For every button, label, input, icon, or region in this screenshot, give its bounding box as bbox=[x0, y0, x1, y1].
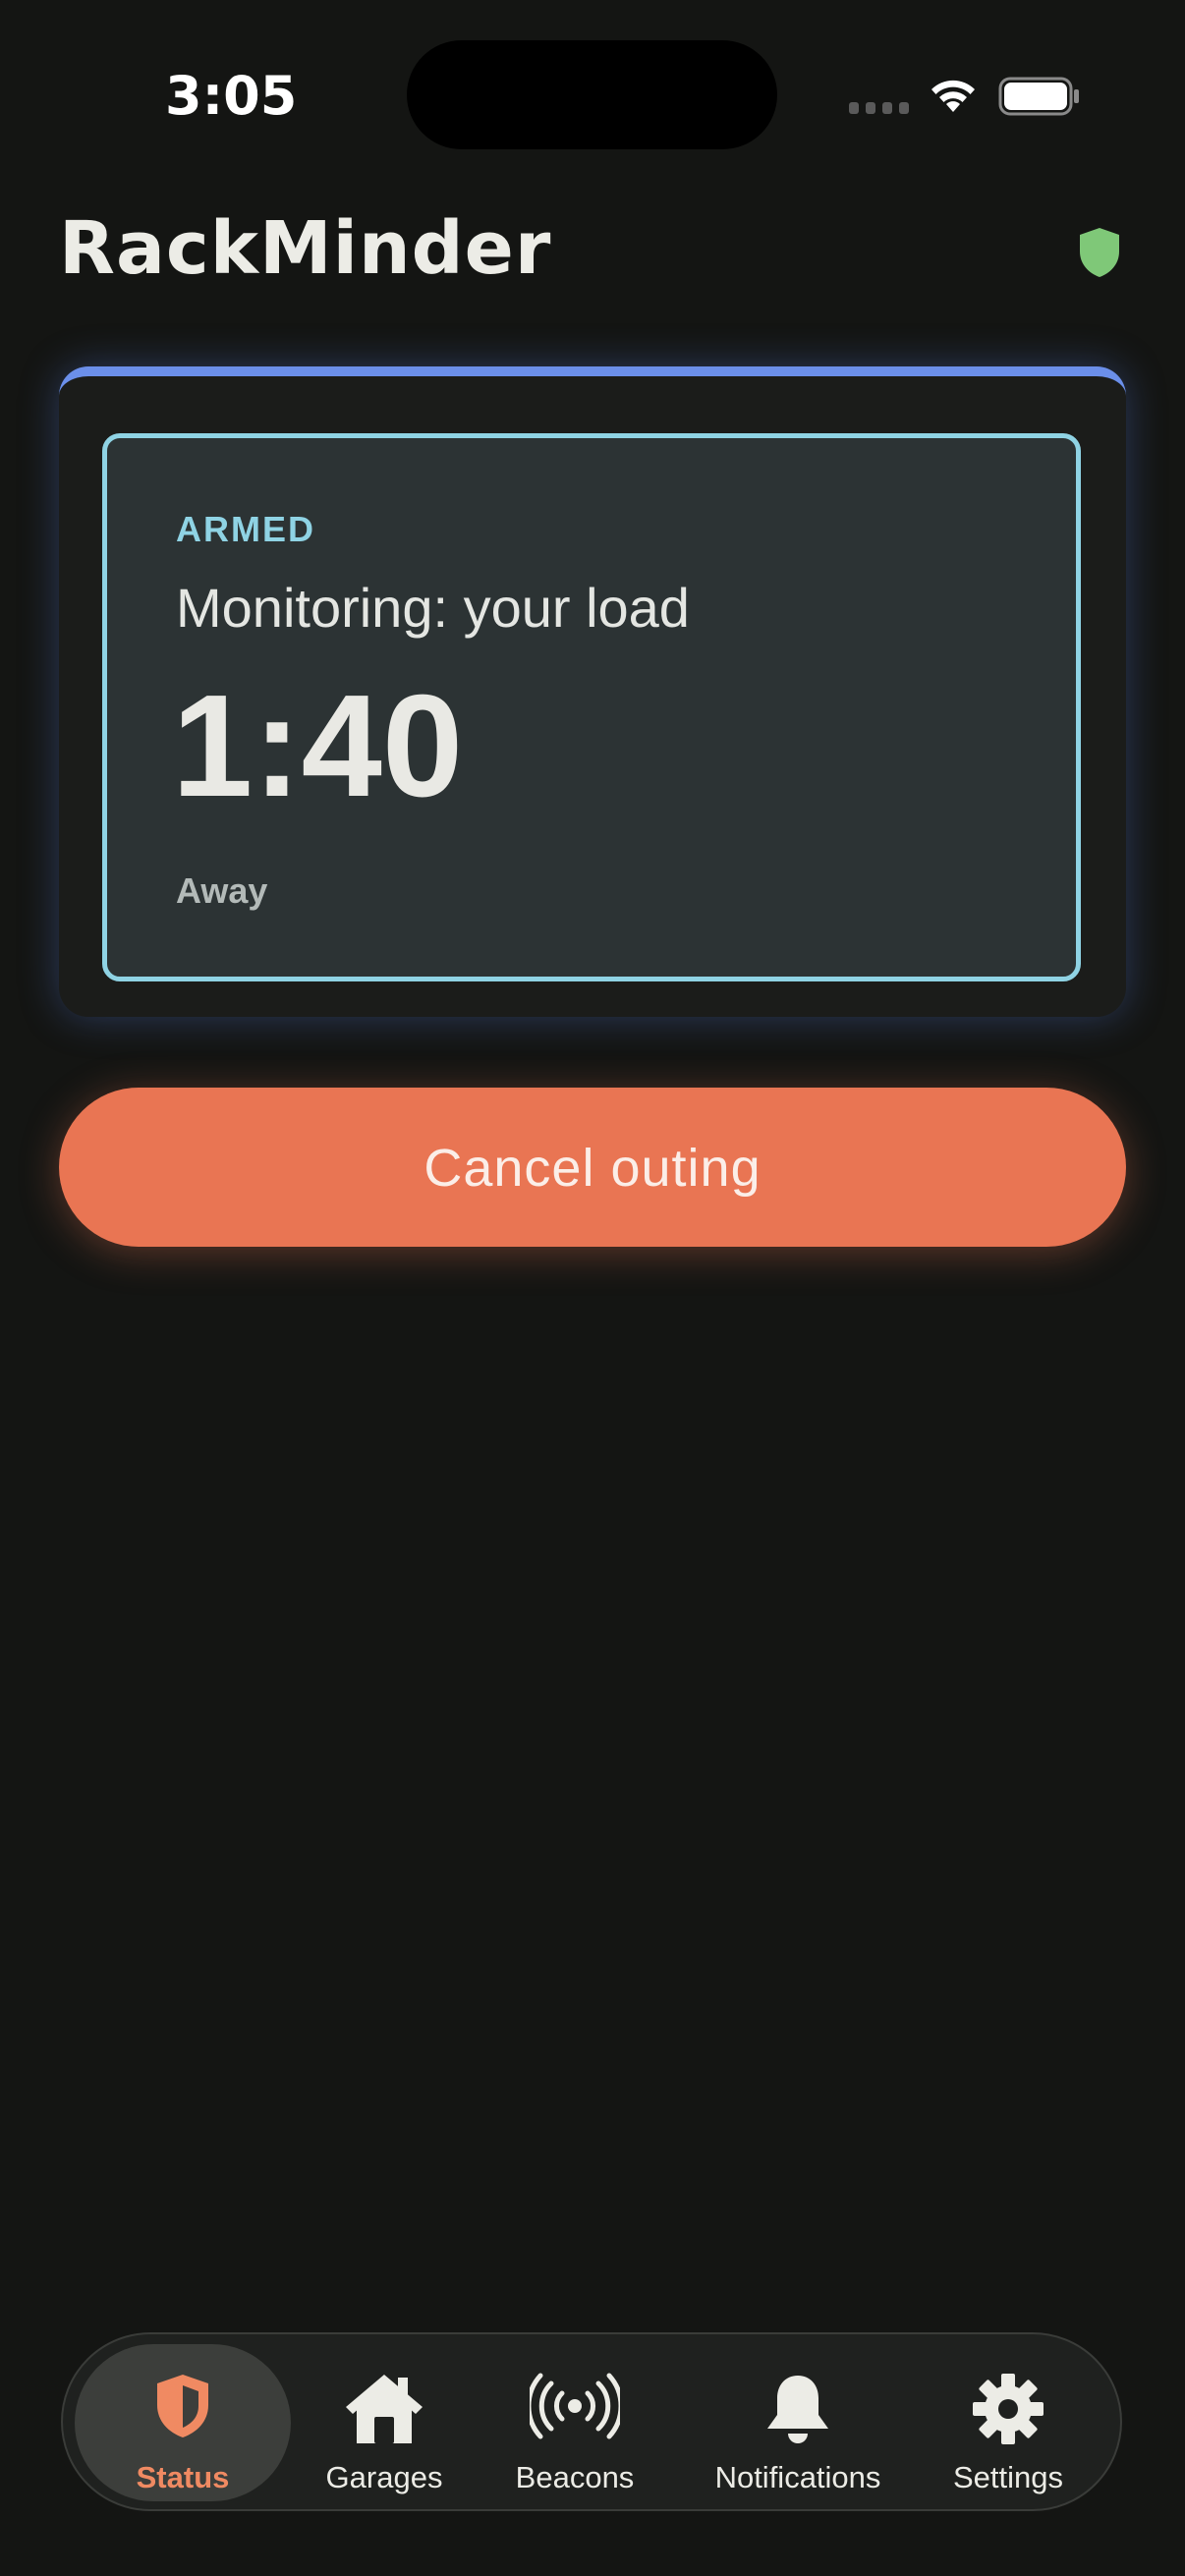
tab-label: Garages bbox=[325, 2460, 443, 2494]
dynamic-island bbox=[407, 40, 777, 149]
tab-notifications[interactable]: Notifications bbox=[680, 2344, 916, 2501]
shield-icon[interactable] bbox=[1077, 226, 1122, 279]
status-card-panel: ARMED Monitoring: your load 1:40 Away bbox=[102, 433, 1081, 981]
cellular-signal-icon bbox=[849, 102, 909, 114]
status-time: 3:05 bbox=[165, 65, 298, 127]
mode-label: Away bbox=[176, 870, 268, 911]
monitoring-text: Monitoring: your load bbox=[176, 577, 690, 639]
tab-label: Notifications bbox=[714, 2460, 881, 2494]
armed-status-label: ARMED bbox=[176, 509, 315, 549]
cancel-outing-button[interactable]: Cancel outing bbox=[59, 1088, 1126, 1247]
status-card: ARMED Monitoring: your load 1:40 Away bbox=[59, 366, 1126, 1017]
gear-icon bbox=[973, 2374, 1044, 2444]
tab-status[interactable]: Status bbox=[75, 2344, 291, 2501]
broadcast-icon bbox=[530, 2373, 620, 2439]
battery-icon bbox=[998, 77, 1079, 116]
tab-label: Status bbox=[136, 2460, 230, 2494]
app-title: RackMinder bbox=[59, 206, 552, 291]
tab-label: Settings bbox=[952, 2460, 1063, 2494]
tab-settings[interactable]: Settings bbox=[912, 2344, 1104, 2501]
wifi-icon bbox=[931, 80, 975, 112]
bottom-tab-bar: Status Garages Beacons Notifications Set… bbox=[61, 2332, 1122, 2511]
house-icon bbox=[346, 2375, 423, 2443]
bell-icon bbox=[767, 2376, 828, 2443]
countdown-timer: 1:40 bbox=[172, 665, 464, 827]
shield-icon bbox=[157, 2375, 208, 2437]
tab-label: Beacons bbox=[515, 2460, 635, 2494]
tab-beacons[interactable]: Beacons bbox=[481, 2344, 668, 2501]
tab-garages[interactable]: Garages bbox=[291, 2344, 478, 2501]
